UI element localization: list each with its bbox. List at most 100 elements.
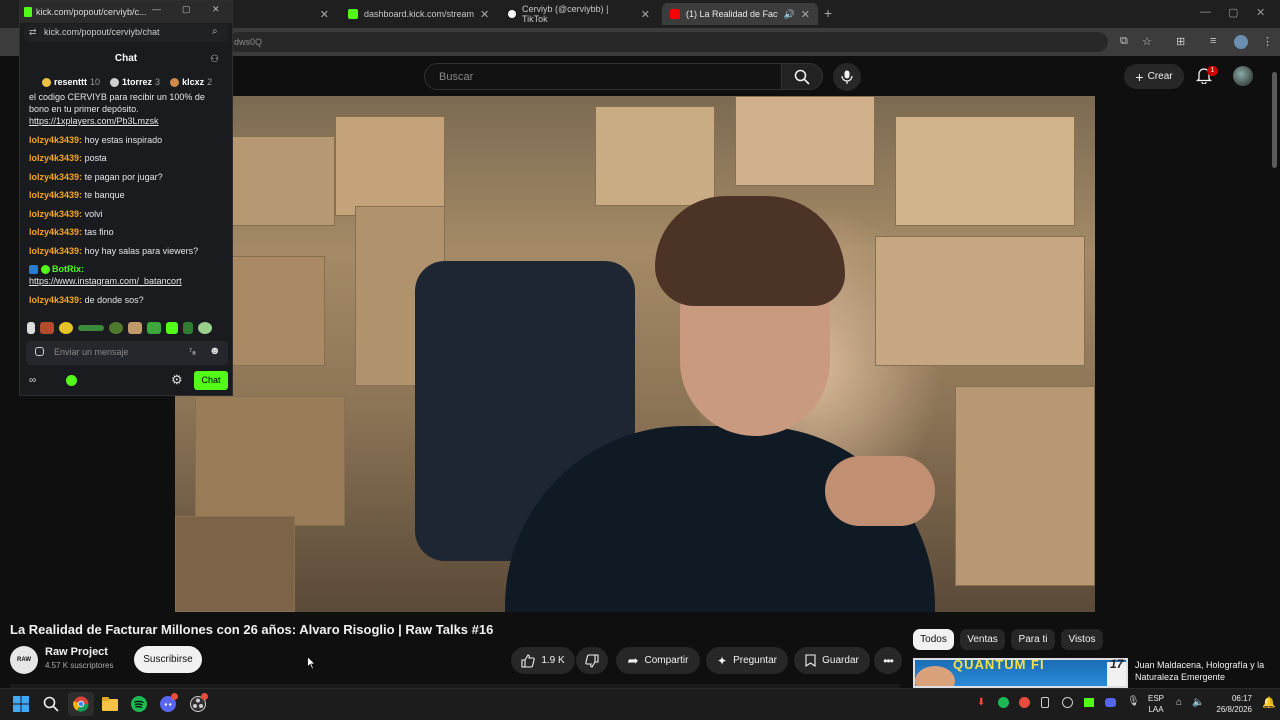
close-icon[interactable]: ✕ [801,8,810,21]
browser-menu-icon[interactable]: ⋮ [1262,35,1273,48]
emoji-icon[interactable]: ☻ [209,345,221,357]
close-icon[interactable]: ✕ [641,8,650,21]
chip-ventas[interactable]: Ventas [960,629,1005,650]
message-username[interactable]: lolzy4k3439: [29,246,82,256]
tray-download-icon[interactable]: ⬇ [977,697,985,708]
chat-message-input[interactable]: Enviar un mensaje ⁷ₐ ☻ [26,341,228,365]
close-icon[interactable]: ✕ [320,8,329,21]
windows-start-icon[interactable] [13,696,29,712]
chip-para-ti[interactable]: Para ti [1011,629,1055,650]
language-indicator[interactable]: ESP LAA [1148,693,1164,715]
message-username[interactable]: lolzy4k3439: [29,295,82,305]
extensions-icon[interactable]: ⊞ [1176,35,1185,48]
search-button[interactable] [781,63,823,90]
bookmark-star-icon[interactable]: ☆ [1142,35,1152,48]
emote-icon[interactable] [78,325,104,331]
message-link[interactable]: https://1xplayers.com/Pb3Lmzsk [29,116,159,126]
message-username[interactable]: lolzy4k3439: [29,172,82,182]
message-link[interactable]: https://www.instagram.com/_batancort [29,276,182,286]
minimize-icon[interactable]: — [152,4,161,14]
emote-icon[interactable] [147,322,161,334]
dislike-button[interactable] [576,647,608,674]
tab-hidden[interactable]: ✕ [225,3,337,25]
chat-settings-icon[interactable] [35,347,44,356]
message-username[interactable]: BotRix: [52,264,84,274]
infinity-icon[interactable]: ∞ [29,375,36,386]
chip-todos[interactable]: Todos [913,629,954,650]
leaderboard-entry[interactable]: 1torrez 3 [110,77,160,87]
new-tab-icon[interactable]: + [824,5,832,21]
chip-vistos[interactable]: Vistos [1061,629,1103,650]
translate-icon[interactable]: ⁷ₐ [189,346,196,356]
emote-icon[interactable] [166,322,178,334]
emote-icon[interactable] [109,322,123,334]
message-username[interactable]: lolzy4k3439: [29,227,82,237]
ask-button[interactable]: ✦ Preguntar [706,647,788,674]
send-chat-button[interactable]: Chat [194,371,228,390]
gear-icon[interactable]: ⚙ [171,372,183,388]
like-button[interactable]: 1.9 K [511,647,575,674]
chrome-icon[interactable] [73,696,89,712]
cast-icon[interactable]: ⧉ [1120,35,1128,48]
volume-icon[interactable]: 🔈 [1192,697,1204,708]
chat-url-bar[interactable]: ⇄ kick.com/popout/cerviyb/chat ⌕ [24,24,228,42]
maximize-icon[interactable]: ▢ [1228,6,1238,19]
emote-icon[interactable] [128,322,142,334]
tab-youtube[interactable]: (1) La Realidad de Facturar M 🔊 ✕ [662,3,818,25]
file-explorer-icon[interactable] [102,696,118,712]
channel-avatar[interactable]: RAW [10,646,38,674]
site-info-icon[interactable]: ⇄ [29,27,37,38]
close-icon[interactable]: ✕ [212,4,220,15]
network-icon[interactable]: ⌂ [1176,697,1182,708]
search-icon[interactable] [43,696,59,712]
message-username[interactable]: lolzy4k3439: [29,135,82,145]
system-clock[interactable]: 06:17 26/8/2026 [1210,693,1252,715]
account-avatar[interactable] [1233,66,1253,86]
save-button[interactable]: Guardar [794,647,870,674]
scrollbar-thumb[interactable] [1272,72,1277,168]
video-player[interactable] [175,96,1095,612]
tray-nvidia-icon[interactable] [1084,698,1094,707]
minimize-icon[interactable]: — [1200,6,1211,18]
tray-spotify-icon[interactable] [998,697,1009,708]
message-text: te banque [84,190,125,200]
chat-message-list[interactable]: el codigo CERVIYB para recibir un 100% d… [29,91,227,312]
spotify-icon[interactable] [131,696,147,712]
window-close-icon[interactable]: ✕ [1256,6,1265,19]
tab-kick-dashboard[interactable]: dashboard.kick.com/stream ✕ [340,3,496,25]
leaderboard-entry[interactable]: klcxz 2 [170,77,212,87]
emote-icon[interactable] [40,322,54,334]
message-username[interactable]: lolzy4k3439: [29,153,82,163]
more-actions-button[interactable]: ••• [874,647,902,674]
tray-usb-icon[interactable] [1041,697,1049,708]
emote-icon[interactable] [183,322,193,334]
tray-vpn-icon[interactable] [1062,697,1073,708]
emote-icon[interactable] [59,322,73,334]
emote-icon[interactable] [27,322,35,334]
share-button[interactable]: ➦ Compartir [616,647,700,674]
kick-points-icon[interactable] [66,375,77,386]
recommended-video-title[interactable]: Juan Maldacena, Holografía y la Naturale… [1135,659,1265,683]
search-input[interactable]: Buscar [424,63,782,90]
leaderboard-entry[interactable]: resenttt 10 [42,77,100,87]
users-icon[interactable]: ⚇ [210,54,219,65]
voice-search-button[interactable] [833,63,861,91]
profile-icon[interactable] [1234,35,1248,49]
search-icon[interactable]: ⌕ [212,26,218,37]
create-button[interactable]: + Crear [1124,64,1184,89]
message-username[interactable]: lolzy4k3439: [29,190,82,200]
address-bar[interactable]: dws0Q [228,32,1108,52]
emote-icon[interactable] [198,322,212,334]
tray-discord-icon[interactable] [1105,698,1116,707]
message-username[interactable]: lolzy4k3439: [29,209,82,219]
speaker-icon[interactable]: 🔊 [784,9,795,20]
subscribe-button[interactable]: Suscribirse [134,646,202,673]
close-icon[interactable]: ✕ [480,8,489,21]
tab-tiktok[interactable]: Cerviyb (@cerviybb) | TikTok ✕ [500,3,658,25]
tray-mic-icon[interactable]: 🎙 [1127,696,1140,707]
tray-record-icon[interactable] [1019,697,1030,708]
notification-center-icon[interactable]: 🔔 [1262,696,1276,709]
channel-name[interactable]: Raw Project [45,646,108,658]
media-icon[interactable]: ≡ [1210,35,1216,47]
maximize-icon[interactable]: ▢ [182,4,191,15]
